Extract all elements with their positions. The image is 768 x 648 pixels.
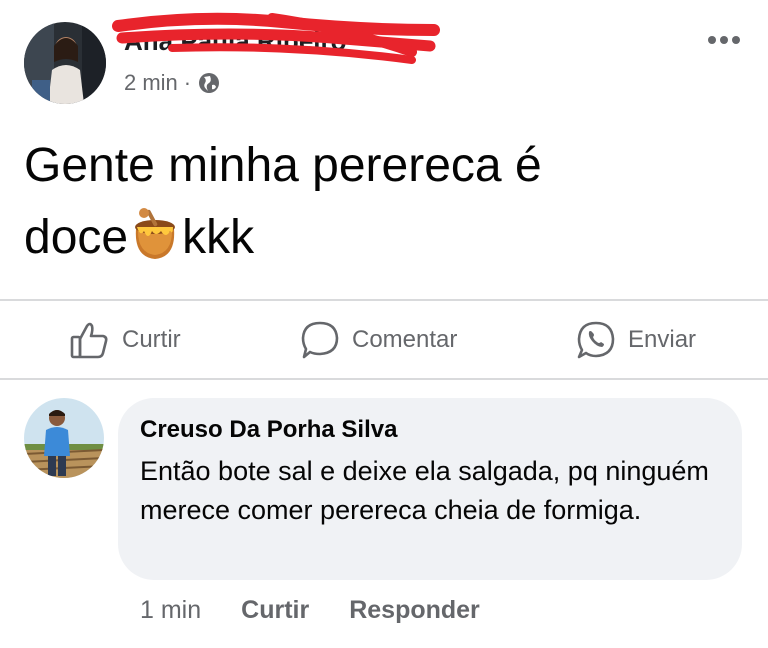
divider-top [0,299,768,301]
honey-pot-icon [128,207,182,261]
like-label: Curtir [122,326,181,353]
thumbs-up-icon [70,322,108,359]
commenter-avatar[interactable] [24,398,104,478]
comment-time[interactable]: 1 min [140,596,201,625]
post-action-bar: Curtir Comentar Enviar [0,302,768,378]
send-button[interactable]: Enviar [576,316,696,364]
post-text-line1: Gente minha perereca é [24,139,542,192]
meta-separator: · [183,70,192,95]
comment-icon [301,321,339,359]
post-meta: 2 min · [124,70,221,96]
comment-bubble: Creuso Da Porha Silva Então bote sal e d… [118,398,742,580]
commenter-name[interactable]: Creuso Da Porha Silva [140,416,397,444]
comment-reply-button[interactable]: Responder [349,596,480,625]
comment-meta: 1 min Curtir Responder [140,592,520,628]
post-text: Gente minha perereca é doce kkk [24,130,744,274]
name-redaction-scribble [112,12,440,64]
send-label: Enviar [628,326,697,353]
comment-label: Comentar [352,326,458,353]
divider-bottom [0,378,768,380]
more-icon [708,36,740,44]
author-avatar[interactable] [24,22,106,104]
post-text-line2-suffix: kkk [182,211,255,264]
post-text-line2-prefix: doce [24,211,129,264]
post-time[interactable]: 2 min [124,70,178,96]
globe-icon [197,71,221,95]
post-header: Ana Paula Ribeiro 2 min · [0,0,768,120]
whatsapp-icon [577,321,615,359]
comment-like-button[interactable]: Curtir [241,596,309,625]
more-options-button[interactable] [700,22,748,58]
comment-button[interactable]: Comentar [300,316,457,364]
comment-text: Então bote sal e deixe ela salgada, pq n… [140,456,709,525]
like-button[interactable]: Curtir [70,316,181,364]
